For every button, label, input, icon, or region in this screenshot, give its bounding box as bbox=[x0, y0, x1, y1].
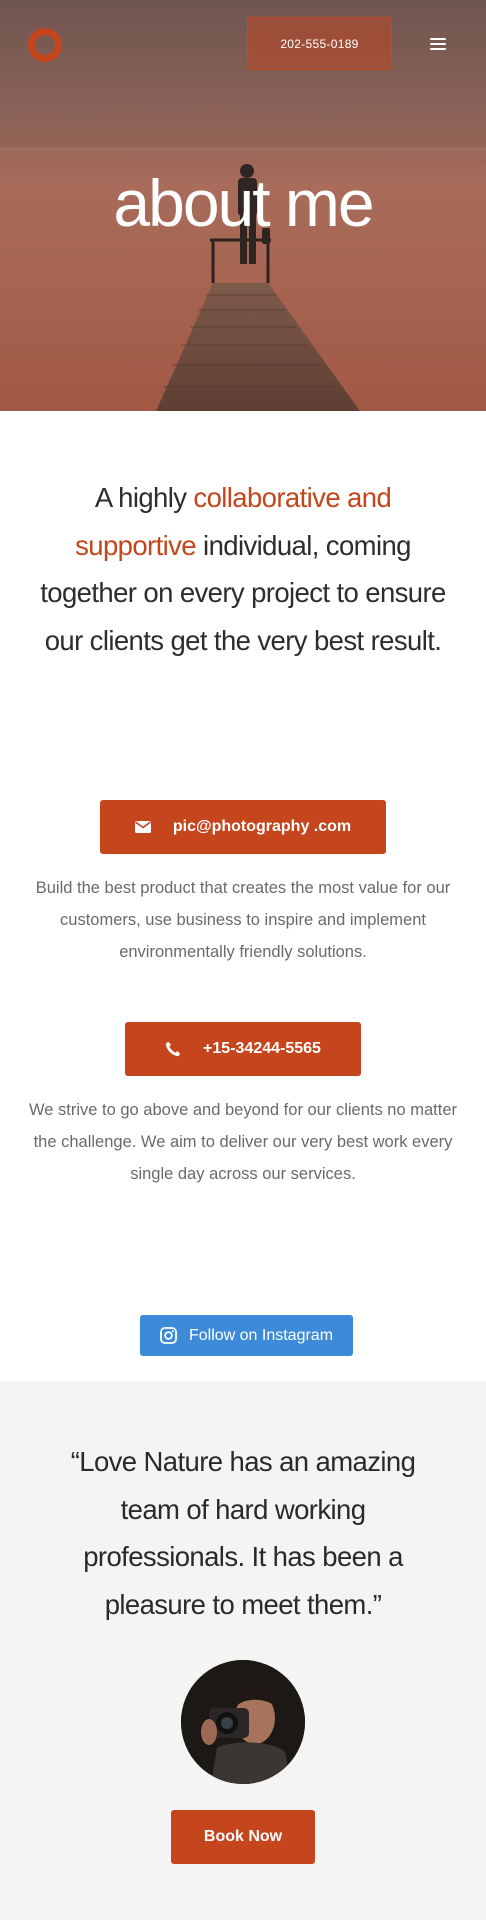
email-label: pic@photography .com bbox=[172, 818, 352, 835]
book-now-button[interactable]: Book Now bbox=[171, 1810, 315, 1864]
intro-statement: A highly collaborative and supportive in… bbox=[40, 474, 446, 664]
hamburger-icon[interactable] bbox=[430, 38, 446, 52]
header-phone-button[interactable]: 202-555-0189 bbox=[247, 17, 392, 70]
phone-icon bbox=[165, 1041, 181, 1057]
email-button[interactable]: pic@photography .com bbox=[100, 800, 386, 854]
instagram-label: Follow on Instagram bbox=[188, 1326, 334, 1344]
header-phone-label: 202-555-0189 bbox=[280, 36, 359, 51]
ring-logo-icon[interactable] bbox=[28, 28, 62, 62]
phone-label: +15-34244-5565 bbox=[203, 1040, 321, 1057]
hero-section: 202-555-0189 about me bbox=[0, 0, 486, 411]
testimonial-quote: “Love Nature has an amazing team of hard… bbox=[70, 1446, 416, 1620]
instagram-follow-button[interactable]: Follow on Instagram bbox=[140, 1315, 353, 1356]
page-title: about me bbox=[113, 166, 374, 240]
envelope-icon bbox=[134, 821, 151, 833]
phone-button[interactable]: +15-34244-5565 bbox=[125, 1022, 361, 1076]
instagram-icon bbox=[160, 1327, 177, 1344]
avatar bbox=[181, 1660, 305, 1784]
email-description: Build the best product that creates the … bbox=[35, 879, 451, 961]
intro-text-start: A highly bbox=[94, 482, 194, 513]
phone-description: We strive to go above and beyond for our… bbox=[28, 1101, 458, 1183]
